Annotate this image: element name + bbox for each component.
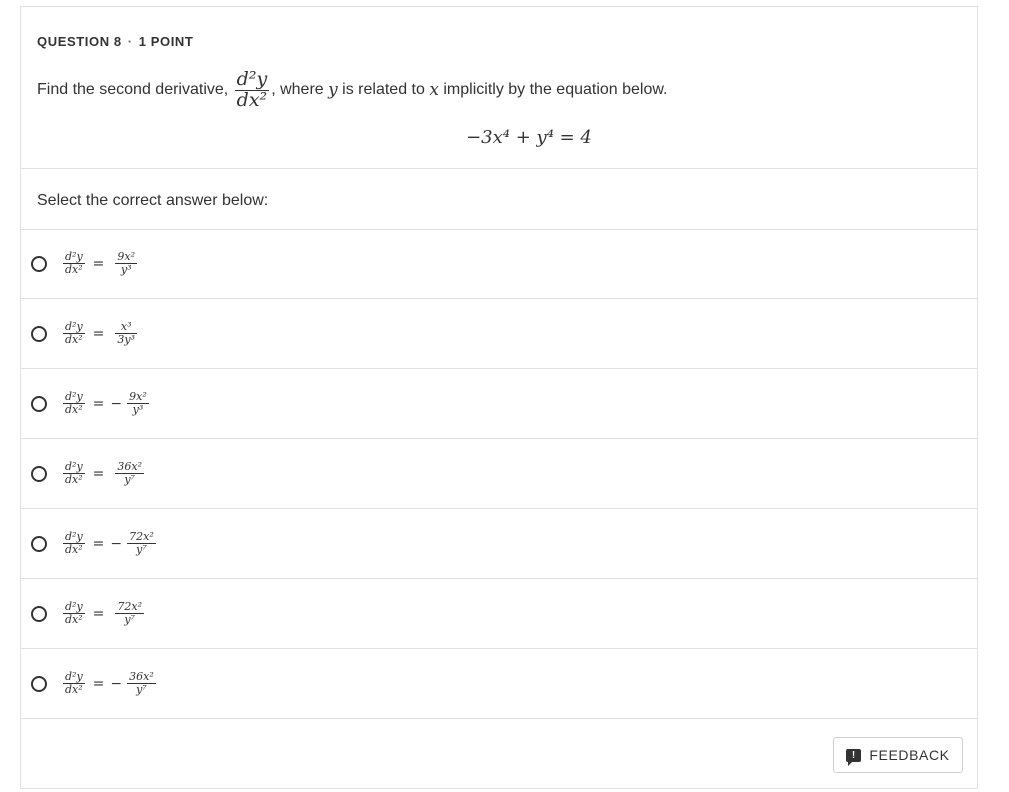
answer-option[interactable]: d²y dx² = −9x² y³ — [21, 369, 978, 439]
minus-sign: − — [110, 675, 123, 692]
lhs-numerator: d²y — [65, 670, 83, 684]
lhs-denominator: dx² — [65, 403, 83, 416]
rhs-fraction: 36x² y⁷ — [115, 460, 145, 486]
radio-button[interactable] — [31, 255, 47, 272]
prompt-after: implicitly by the equation below. — [438, 81, 668, 98]
lhs-fraction: d²y dx² — [63, 391, 85, 415]
equals-sign: = — [92, 255, 105, 272]
minus-sign: − — [110, 535, 123, 552]
rhs-numerator: 9x² — [129, 390, 147, 404]
rhs-numerator: 36x² — [117, 460, 143, 474]
feedback-label: FEEDBACK — [869, 747, 950, 763]
second-derivative-fraction: d²y dx² — [234, 67, 270, 111]
radio-button[interactable] — [31, 395, 47, 412]
lhs-numerator: d²y — [65, 390, 83, 404]
radio-button[interactable] — [31, 465, 47, 482]
rhs-fraction: 9x² y³ — [127, 391, 149, 415]
rhs-denominator: y³ — [132, 403, 144, 416]
equals-sign: = — [92, 675, 105, 692]
lhs-fraction: d²y dx² — [63, 601, 85, 625]
option-expression: d²y dx² = x³ 3y³ — [61, 321, 139, 345]
answer-option[interactable]: d²y dx² = x³ 3y³ — [21, 299, 978, 369]
rhs-fraction: 72x² y⁷ — [127, 531, 156, 555]
rhs-numerator: x³ — [120, 320, 132, 334]
equals-sign: = — [92, 465, 105, 482]
rhs-fraction: x³ 3y³ — [115, 320, 138, 346]
rhs-numerator: 36x² — [129, 670, 154, 684]
option-expression: d²y dx² = 72x² y⁷ — [61, 601, 146, 625]
lhs-denominator: dx² — [65, 333, 83, 346]
lhs-denominator: dx² — [65, 543, 83, 556]
variable-y: y — [328, 80, 338, 100]
answer-option[interactable]: d²y dx² = −36x² y⁷ — [21, 649, 978, 719]
option-expression: d²y dx² = −72x² y⁷ — [61, 531, 158, 555]
answer-options: d²y dx² = 9x² y³ d²y dx² = x³ 3y³ d²y dx² = −9x² y³ d²y… — [21, 229, 978, 719]
equals-sign: = — [92, 535, 105, 552]
lhs-numerator: d²y — [65, 600, 83, 614]
header-separator: · — [127, 34, 133, 49]
prompt-where: where — [275, 81, 329, 98]
fraction-denominator: dx² — [236, 88, 268, 111]
radio-button[interactable] — [31, 325, 47, 342]
rhs-denominator: y⁷ — [136, 683, 147, 696]
radio-button[interactable] — [31, 535, 47, 552]
implicit-equation: −3x⁴ + y⁴ = 4 — [21, 127, 977, 148]
divider — [21, 168, 977, 169]
question-card: QUESTION 8 · 1 POINT Find the second deriv… — [20, 6, 978, 789]
prompt-text-before: Find the second derivative, — [37, 81, 229, 98]
lhs-fraction: d²y dx² — [63, 321, 85, 345]
feedback-icon: ! — [846, 748, 862, 766]
rhs-fraction: 9x² y³ — [115, 250, 138, 276]
option-expression: d²y dx² = −9x² y³ — [61, 391, 151, 415]
lhs-numerator: d²y — [65, 530, 83, 544]
answer-option[interactable]: d²y dx² = 36x² y⁷ — [21, 439, 978, 509]
question-points: 1 POINT — [138, 34, 194, 49]
question-header: QUESTION 8 · 1 POINT — [37, 34, 193, 49]
variable-x: x — [429, 80, 439, 100]
rhs-numerator: 72x² — [117, 600, 143, 614]
lhs-denominator: dx² — [65, 613, 83, 626]
question-prompt: Find the second derivative, d²y dx² , wh… — [37, 65, 668, 115]
answer-option[interactable]: d²y dx² = −72x² y⁷ — [21, 509, 978, 579]
rhs-numerator: 9x² — [117, 250, 136, 264]
equals-sign: = — [92, 395, 105, 412]
lhs-denominator: dx² — [65, 473, 83, 486]
lhs-denominator: dx² — [65, 263, 83, 276]
minus-sign: − — [110, 395, 123, 412]
rhs-denominator: 3y³ — [117, 333, 136, 346]
prompt-related: is related to — [337, 81, 430, 98]
lhs-numerator: d²y — [65, 460, 83, 474]
equals-sign: = — [92, 605, 105, 622]
select-answer-label: Select the correct answer below: — [37, 192, 269, 209]
lhs-fraction: d²y dx² — [63, 531, 85, 555]
rhs-numerator: 72x² — [129, 530, 154, 544]
lhs-fraction: d²y dx² — [63, 251, 85, 275]
feedback-button[interactable]: ! FEEDBACK — [833, 737, 963, 773]
equals-sign: = — [92, 325, 105, 342]
radio-button[interactable] — [31, 605, 47, 622]
option-expression: d²y dx² = 36x² y⁷ — [61, 461, 146, 485]
rhs-denominator: y³ — [120, 263, 132, 276]
rhs-denominator: y⁷ — [124, 473, 136, 486]
lhs-fraction: d²y dx² — [63, 461, 85, 485]
lhs-numerator: d²y — [65, 320, 83, 334]
rhs-fraction: 36x² y⁷ — [127, 671, 156, 695]
rhs-fraction: 72x² y⁷ — [115, 600, 145, 626]
answer-option[interactable]: d²y dx² = 72x² y⁷ — [21, 579, 978, 649]
lhs-fraction: d²y dx² — [63, 671, 85, 695]
option-expression: d²y dx² = 9x² y³ — [61, 251, 139, 275]
lhs-denominator: dx² — [65, 683, 83, 696]
rhs-denominator: y⁷ — [136, 543, 147, 556]
radio-button[interactable] — [31, 675, 47, 692]
rhs-denominator: y⁷ — [124, 613, 136, 626]
fraction-numerator: d²y — [236, 67, 268, 90]
question-number: QUESTION 8 — [37, 34, 122, 49]
option-expression: d²y dx² = −36x² y⁷ — [61, 671, 158, 695]
equation-text: −3x⁴ + y⁴ = 4 — [466, 127, 592, 148]
answer-option[interactable]: d²y dx² = 9x² y³ — [21, 229, 978, 299]
lhs-numerator: d²y — [65, 250, 83, 264]
